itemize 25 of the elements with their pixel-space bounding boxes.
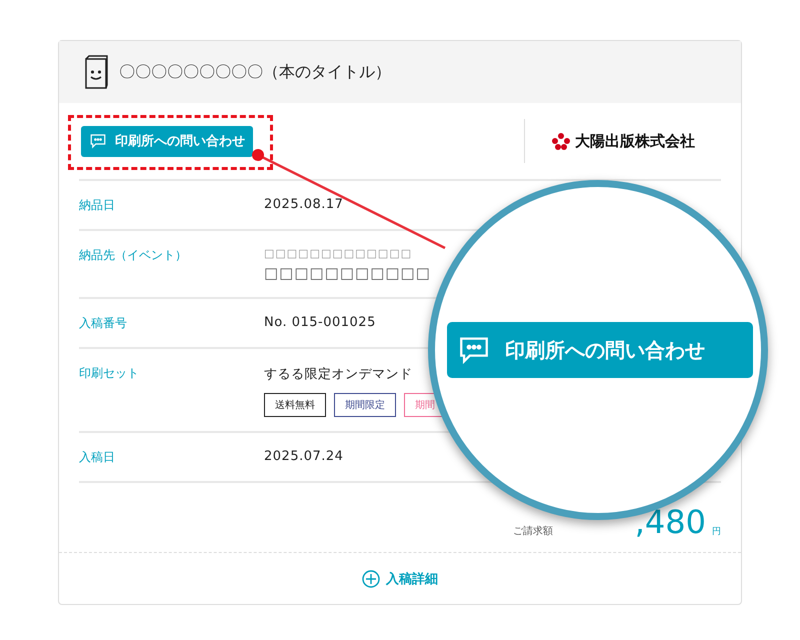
plus-circle-icon	[362, 570, 380, 588]
book-icon	[83, 54, 109, 90]
field-value: 2025.07.24	[264, 449, 344, 466]
field-label: 印刷セット	[79, 365, 140, 382]
flower-icon	[551, 132, 571, 150]
tag: 期間限定	[334, 393, 396, 417]
field-label: 納品日	[79, 197, 116, 214]
currency-unit: 円	[712, 526, 721, 538]
field-value: □□□□□□□□□□□	[264, 264, 432, 282]
field-label: 入稿日	[79, 449, 116, 466]
inquiry-button[interactable]: 印刷所への問い合わせ	[447, 322, 753, 378]
book-title: 〇〇〇〇〇〇〇〇〇（本のタイトル）	[119, 62, 391, 82]
field-value: No. 015-001025	[264, 315, 377, 332]
publisher-name: 大陽出版株式会社	[575, 132, 695, 150]
inquiry-button[interactable]: 印刷所への問い合わせ	[81, 126, 253, 156]
field-label: 入稿番号	[79, 315, 128, 332]
field-value: するる限定オンデマンド	[264, 366, 414, 383]
details-link[interactable]: 入稿詳細	[362, 570, 438, 588]
field-label: 納品先（イベント）	[79, 247, 188, 264]
total-amount: ,480	[634, 506, 706, 538]
chat-icon	[89, 132, 107, 150]
tag: 送料無料	[264, 393, 326, 417]
field-value: □□□□□□□□□□□□□	[264, 247, 414, 260]
field-value: 2025.08.17	[264, 197, 344, 214]
total-label: ご請求額	[512, 524, 553, 538]
